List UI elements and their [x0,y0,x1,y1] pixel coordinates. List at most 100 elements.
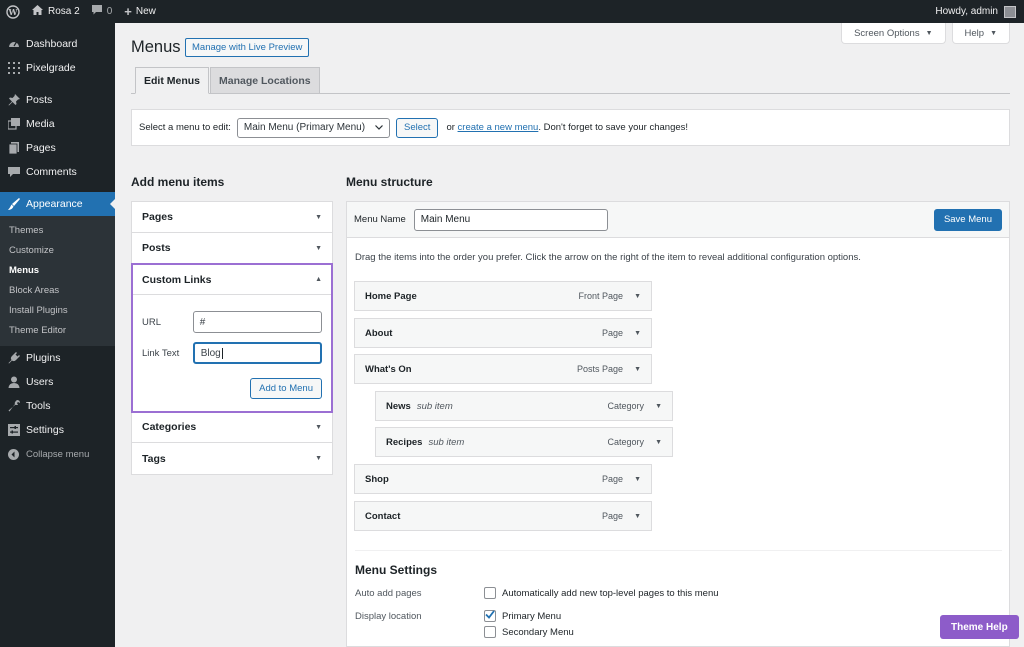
submenu-item-menus[interactable]: Menus [0,260,115,280]
auto-add-pages-text: Automatically add new top-level pages to… [502,587,719,599]
howdy-account-link[interactable]: Howdy, admin [935,6,998,17]
submenu-item-install-plugins[interactable]: Install Plugins [0,300,115,320]
sidebar-item-settings[interactable]: Settings [0,418,115,442]
caret-down-icon[interactable]: ▼ [634,293,641,300]
submenu-item-theme-editor[interactable]: Theme Editor [0,320,115,340]
submenu-item-customize[interactable]: Customize [0,240,115,260]
nav-tabs: Edit Menus Manage Locations [131,67,1010,94]
dashboard-icon [7,38,20,51]
comment-bubble-icon [91,5,102,18]
submenu-item-themes[interactable]: Themes [0,220,115,240]
sidebar-item-label: Appearance [26,198,83,210]
menu-item-title: Recipes [386,436,423,448]
add-menu-items-accordion: Pages ▼ Posts ▼ Custom Links ▲ URL # Lin… [131,201,333,475]
sidebar-item-posts[interactable]: Posts [0,88,115,112]
accordion-pages[interactable]: Pages ▼ [132,202,332,233]
menu-item-whats-on[interactable]: What's On Posts Page ▼ [354,354,652,384]
primary-menu-text: Primary Menu [502,610,562,622]
site-name-link[interactable]: Rosa 2 [26,0,86,23]
create-new-menu-link[interactable]: create a new menu [458,122,539,133]
chevron-down-icon [375,122,383,133]
display-location-label: Display location [355,611,422,622]
auto-add-pages-checkbox[interactable] [484,587,496,599]
accordion-posts[interactable]: Posts ▼ [132,233,332,264]
submenu-item-block-areas[interactable]: Block Areas [0,280,115,300]
caret-down-icon: ▼ [315,213,322,221]
menu-select[interactable]: Main Menu (Primary Menu) [236,117,391,138]
menu-name-input[interactable]: Main Menu [413,208,608,231]
sidebar-item-tools[interactable]: Tools [0,394,115,418]
primary-menu-option[interactable]: Primary Menu [484,610,561,622]
brush-icon [7,198,20,211]
sidebar-item-label: Plugins [26,352,61,364]
divider [355,550,1002,551]
new-content-link[interactable]: + New [118,0,162,23]
caret-down-icon[interactable]: ▼ [634,330,641,337]
sidebar-item-pixelgrade[interactable]: Pixelgrade [0,56,115,80]
primary-menu-checkbox[interactable] [484,610,496,622]
sidebar-item-pages[interactable]: Pages [0,136,115,160]
or-text: or [446,122,455,133]
link-text-field[interactable]: Blog [192,342,322,364]
sidebar-item-label: Pixelgrade [26,62,76,74]
drag-instructions: Drag the items into the order you prefer… [355,252,861,263]
caret-down-icon[interactable]: ▼ [634,476,641,483]
menu-structure-panel: Menu Name Main Menu Save Menu Drag the i… [346,201,1010,647]
admin-bar: W Rosa 2 0 + New Howdy, admin [0,0,1024,23]
theme-help-button[interactable]: Theme Help [940,615,1019,639]
url-field[interactable]: # [192,311,322,333]
auto-add-pages-label: Auto add pages [355,588,422,599]
add-to-menu-button[interactable]: Add to Menu [250,378,322,399]
sidebar-item-label: Media [26,118,55,130]
menu-item-contact[interactable]: Contact Page ▼ [354,501,652,531]
menu-item-type: Front Page [578,291,624,301]
comments-count: 0 [106,6,113,17]
comments-link[interactable]: 0 [86,0,119,23]
svg-text:W: W [8,7,19,17]
pin-icon [7,94,20,107]
comment-icon [7,166,20,179]
caret-down-icon[interactable]: ▼ [655,439,662,446]
menu-item-shop[interactable]: Shop Page ▼ [354,464,652,494]
wordpress-logo-icon[interactable]: W [0,0,26,23]
wrench-icon [7,400,20,413]
auto-add-pages-option[interactable]: Automatically add new top-level pages to… [484,587,719,599]
tab-manage-locations[interactable]: Manage Locations [210,67,320,94]
menu-item-about[interactable]: About Page ▼ [354,318,652,348]
menu-item-recipes[interactable]: Recipes sub item Category ▼ [375,427,673,457]
save-menu-button[interactable]: Save Menu [933,208,1002,231]
select-menu-button[interactable]: Select [396,117,439,138]
tab-edit-menus[interactable]: Edit Menus [135,67,210,94]
secondary-menu-checkbox[interactable] [484,626,496,638]
help-button[interactable]: Help ▼ [951,23,1010,44]
accordion-custom-links-header[interactable]: Custom Links ▲ [133,265,331,295]
menu-item-title: Home Page [365,290,417,302]
caret-down-icon: ▼ [990,29,997,37]
menu-item-news[interactable]: News sub item Category ▼ [375,391,673,421]
appearance-submenu: Themes Customize Menus Block Areas Insta… [0,216,115,346]
caret-down-icon[interactable]: ▼ [634,513,641,520]
screen-options-button[interactable]: Screen Options ▼ [841,23,946,44]
sidebar-item-dashboard[interactable]: Dashboard [0,32,115,56]
menu-item-type: Posts Page [577,364,624,374]
page-title: Menus [131,38,181,56]
menu-item-home-page[interactable]: Home Page Front Page ▼ [354,281,652,311]
caret-up-icon: ▲ [315,276,322,283]
secondary-menu-option[interactable]: Secondary Menu [484,626,574,638]
sidebar-item-plugins[interactable]: Plugins [0,346,115,370]
manage-live-preview-button[interactable]: Manage with Live Preview [185,38,310,57]
sidebar-item-appearance[interactable]: Appearance [0,192,115,216]
caret-down-icon[interactable]: ▼ [655,403,662,410]
caret-down-icon[interactable]: ▼ [634,366,641,373]
collapse-menu-button[interactable]: Collapse menu [0,442,115,466]
accordion-categories[interactable]: Categories ▼ [132,412,332,443]
avatar[interactable] [1004,5,1016,18]
menu-item-type: Page [602,474,624,484]
menu-item-title: Contact [365,510,401,522]
sidebar-item-users[interactable]: Users [0,370,115,394]
caret-down-icon: ▼ [925,29,933,37]
sidebar-item-comments[interactable]: Comments [0,160,115,184]
plug-icon [7,352,20,365]
accordion-tags[interactable]: Tags ▼ [132,443,332,474]
sidebar-item-media[interactable]: Media [0,112,115,136]
